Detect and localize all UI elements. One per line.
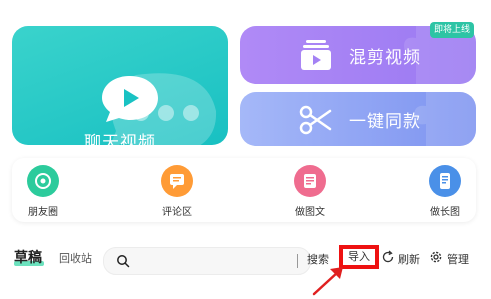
tab-drafts[interactable]: 草稿	[14, 247, 42, 267]
search-icon	[117, 255, 130, 268]
image-text-icon	[294, 165, 326, 197]
comment-icon	[161, 165, 193, 197]
manage-button[interactable]: 管理	[447, 251, 469, 267]
scissors-icon	[299, 105, 332, 135]
chat-video-card[interactable]: 聊天视频	[12, 26, 228, 145]
feature-label: 评论区	[162, 207, 192, 218]
chat-play-icon	[102, 76, 158, 122]
feature-label: 做长图	[430, 207, 460, 218]
import-label: 导入	[348, 250, 370, 263]
feature-comments[interactable]: 评论区	[142, 158, 212, 218]
aperture-icon	[27, 165, 59, 197]
feature-label: 做图文	[295, 207, 325, 218]
refresh-button[interactable]: 刷新	[398, 251, 420, 267]
refresh-icon[interactable]	[381, 250, 395, 264]
one-click-same-label: 一键同款	[349, 112, 421, 132]
one-click-same-card[interactable]: 一键同款	[240, 92, 476, 146]
red-arrow-annotation-icon	[312, 267, 343, 296]
feature-image-text[interactable]: 做图文	[275, 158, 345, 218]
feature-long-image[interactable]: 做长图	[410, 158, 480, 218]
feature-label: 朋友圈	[28, 207, 58, 218]
feature-panel: 朋友圈 评论区 做图文 做长图	[12, 158, 476, 222]
video-stack-icon	[301, 40, 331, 70]
feature-moments[interactable]: 朋友圈	[8, 158, 78, 218]
mix-video-label: 混剪视频	[349, 48, 421, 68]
tab-recycle-bin[interactable]: 回收站	[59, 250, 92, 266]
chat-video-label: 聊天视频	[84, 133, 156, 145]
coming-soon-badge: 即将上线	[430, 22, 475, 38]
search-divider	[297, 254, 298, 268]
search-input[interactable]	[103, 247, 311, 275]
gear-icon[interactable]	[429, 250, 443, 264]
long-image-icon	[429, 165, 461, 197]
